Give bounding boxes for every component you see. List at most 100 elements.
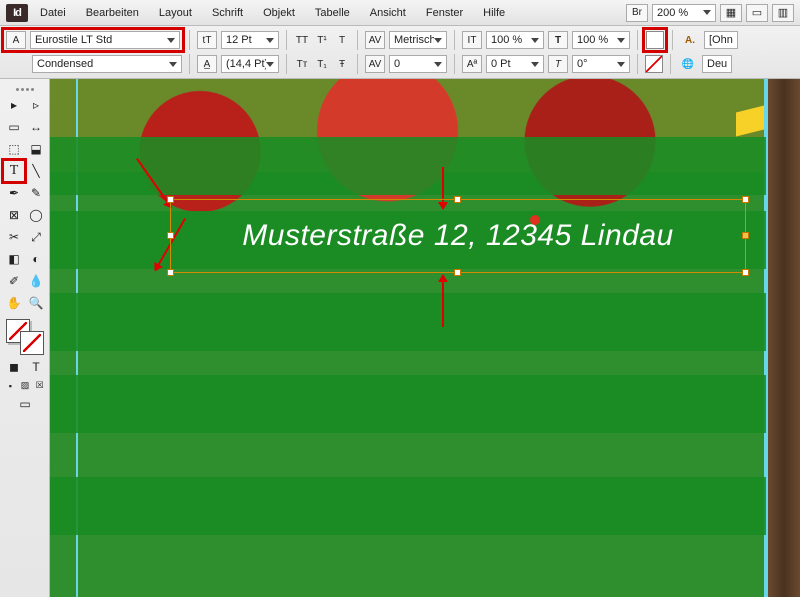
horizontal-scale-value: 100 %: [577, 34, 608, 46]
handle-top-mid[interactable]: [454, 196, 461, 203]
pencil-tool[interactable]: ✎: [26, 183, 46, 203]
control-panel: A Eurostile LT Std tT 12 Pt TT T¹ T A͏V …: [0, 26, 800, 79]
pasteboard-edge: [766, 79, 800, 597]
kerning-icon: A͏V: [365, 31, 385, 49]
menu-fenster[interactable]: Fenster: [418, 4, 471, 22]
font-family-value: Eurostile LT Std: [35, 34, 112, 46]
hand-tool[interactable]: ✋: [4, 293, 24, 313]
allcaps-icon[interactable]: TT: [294, 31, 310, 49]
panel-grip[interactable]: [4, 85, 46, 93]
chevron-down-icon: [531, 38, 539, 43]
screen-mode-button[interactable]: ▭: [746, 4, 768, 22]
font-style-field[interactable]: Condensed: [32, 55, 182, 73]
handle-top-left[interactable]: [167, 196, 174, 203]
arrange-button[interactable]: ▥: [772, 4, 794, 22]
leading-value: (14,4 Pt): [226, 58, 266, 70]
skew-field[interactable]: 0°: [572, 55, 630, 73]
pen-tool[interactable]: ✒: [4, 183, 24, 203]
chevron-down-icon: [266, 62, 274, 67]
menu-tabelle[interactable]: Tabelle: [307, 4, 358, 22]
language-field[interactable]: Deut: [702, 55, 732, 73]
chevron-down-icon: [531, 62, 539, 67]
app-logo: Id: [6, 4, 28, 22]
char-style-value: [Ohn: [709, 34, 733, 46]
baseline-shift-field[interactable]: 0 Pt: [486, 55, 544, 73]
menu-layout[interactable]: Layout: [151, 4, 200, 22]
view-options-button[interactable]: ▦: [720, 4, 742, 22]
text-frame-content[interactable]: Musterstraße 12, 12345 Lindau: [242, 219, 673, 253]
tracking-value: 0: [394, 58, 400, 70]
gradient-swatch-tool[interactable]: ◧: [4, 249, 24, 269]
chevron-down-icon: [617, 62, 625, 67]
ellipse-frame-tool[interactable]: ◯: [26, 205, 46, 225]
menu-schrift[interactable]: Schrift: [204, 4, 251, 22]
zoom-field[interactable]: 200 %: [652, 4, 716, 22]
note-tool[interactable]: ✐: [4, 271, 24, 291]
tracking-field[interactable]: 0: [389, 55, 447, 73]
smallcaps-icon[interactable]: Tт: [294, 55, 310, 73]
font-family-field[interactable]: Eurostile LT Std: [30, 31, 180, 49]
page-tool[interactable]: ▭: [4, 117, 24, 137]
type-tool[interactable]: T: [4, 161, 24, 181]
selected-text-frame[interactable]: Musterstraße 12, 12345 Lindau: [170, 199, 746, 273]
kerning-field[interactable]: Metrisch: [389, 31, 447, 49]
handle-mid-left[interactable]: [167, 232, 174, 239]
vertical-scale-field[interactable]: 100 %: [486, 31, 544, 49]
handle-bottom-mid[interactable]: [454, 269, 461, 276]
vertical-scale-value: 100 %: [491, 34, 522, 46]
scissors-tool[interactable]: ✂: [4, 227, 24, 247]
leading-field[interactable]: (14,4 Pt): [221, 55, 279, 73]
bridge-button[interactable]: Br: [626, 4, 648, 22]
free-transform-tool[interactable]: ⤢: [26, 227, 46, 247]
strikethrough-icon[interactable]: Ŧ: [334, 55, 350, 73]
horizontal-scale-field[interactable]: 100 %: [572, 31, 630, 49]
content-collector-tool[interactable]: ⬚: [4, 139, 24, 159]
font-size-value: 12 Pt: [226, 34, 252, 46]
menu-bearbeiten[interactable]: Bearbeiten: [78, 4, 147, 22]
eyedropper-tool[interactable]: 💧: [26, 271, 46, 291]
fill-color-swatch[interactable]: [646, 31, 664, 49]
handle-bottom-left[interactable]: [167, 269, 174, 276]
document-canvas[interactable]: Musterstraße 12, 12345 Lindau: [50, 79, 800, 597]
selection-tool[interactable]: ▸: [4, 95, 24, 115]
horizontal-scale-icon: T: [548, 31, 568, 49]
stroke-color-swatch[interactable]: [645, 55, 663, 73]
handle-out-port[interactable]: [742, 232, 749, 239]
font-style-value: Condensed: [37, 58, 93, 70]
apply-solid[interactable]: ▪: [4, 379, 17, 392]
subscript-icon[interactable]: T₁: [314, 55, 330, 73]
gradient-feather-tool[interactable]: ◐: [26, 249, 46, 269]
apply-none[interactable]: ☒: [33, 379, 46, 392]
menu-hilfe[interactable]: Hilfe: [475, 4, 513, 22]
gap-tool[interactable]: ↔: [26, 117, 46, 137]
direct-selection-tool[interactable]: ▹: [26, 95, 46, 115]
view-mode-normal[interactable]: ▭: [4, 394, 46, 414]
tracking-icon: AV: [365, 55, 385, 73]
stroke-proxy[interactable]: [20, 331, 44, 355]
fill-stroke-proxy[interactable]: [4, 319, 46, 355]
apply-gradient[interactable]: ▨: [19, 379, 32, 392]
menu-objekt[interactable]: Objekt: [255, 4, 303, 22]
content-placer-tool[interactable]: ⬓: [26, 139, 46, 159]
baseline-shift-value: 0 Pt: [491, 58, 511, 70]
chevron-down-icon: [703, 10, 711, 15]
apply-color-button[interactable]: ◼: [4, 357, 24, 377]
line-tool[interactable]: ╲: [26, 161, 46, 181]
kerning-value: Metrisch: [394, 34, 434, 46]
skew-icon: T: [548, 55, 568, 73]
formatting-text-button[interactable]: T: [26, 357, 46, 377]
vertical-scale-icon: IT: [462, 31, 482, 49]
font-size-field[interactable]: 12 Pt: [221, 31, 279, 49]
chevron-down-icon: [434, 62, 442, 67]
character-formatting-icon[interactable]: A: [6, 31, 26, 49]
underline-icon[interactable]: T: [334, 31, 350, 49]
char-style-field[interactable]: [Ohn: [704, 31, 738, 49]
menu-datei[interactable]: Datei: [32, 4, 74, 22]
rectangle-frame-tool[interactable]: ⊠: [4, 205, 24, 225]
superscript-icon[interactable]: T¹: [314, 31, 330, 49]
zoom-tool[interactable]: 🔍: [26, 293, 46, 313]
handle-bottom-right[interactable]: [742, 269, 749, 276]
handle-top-right[interactable]: [742, 196, 749, 203]
tools-panel: ▸ ▹ ▭ ↔ ⬚ ⬓ T ╲ ✒ ✎ ⊠ ◯ ✂ ⤢ ◧ ◐ ✐ 💧 ✋ 🔍 …: [0, 79, 50, 597]
menu-ansicht[interactable]: Ansicht: [362, 4, 414, 22]
